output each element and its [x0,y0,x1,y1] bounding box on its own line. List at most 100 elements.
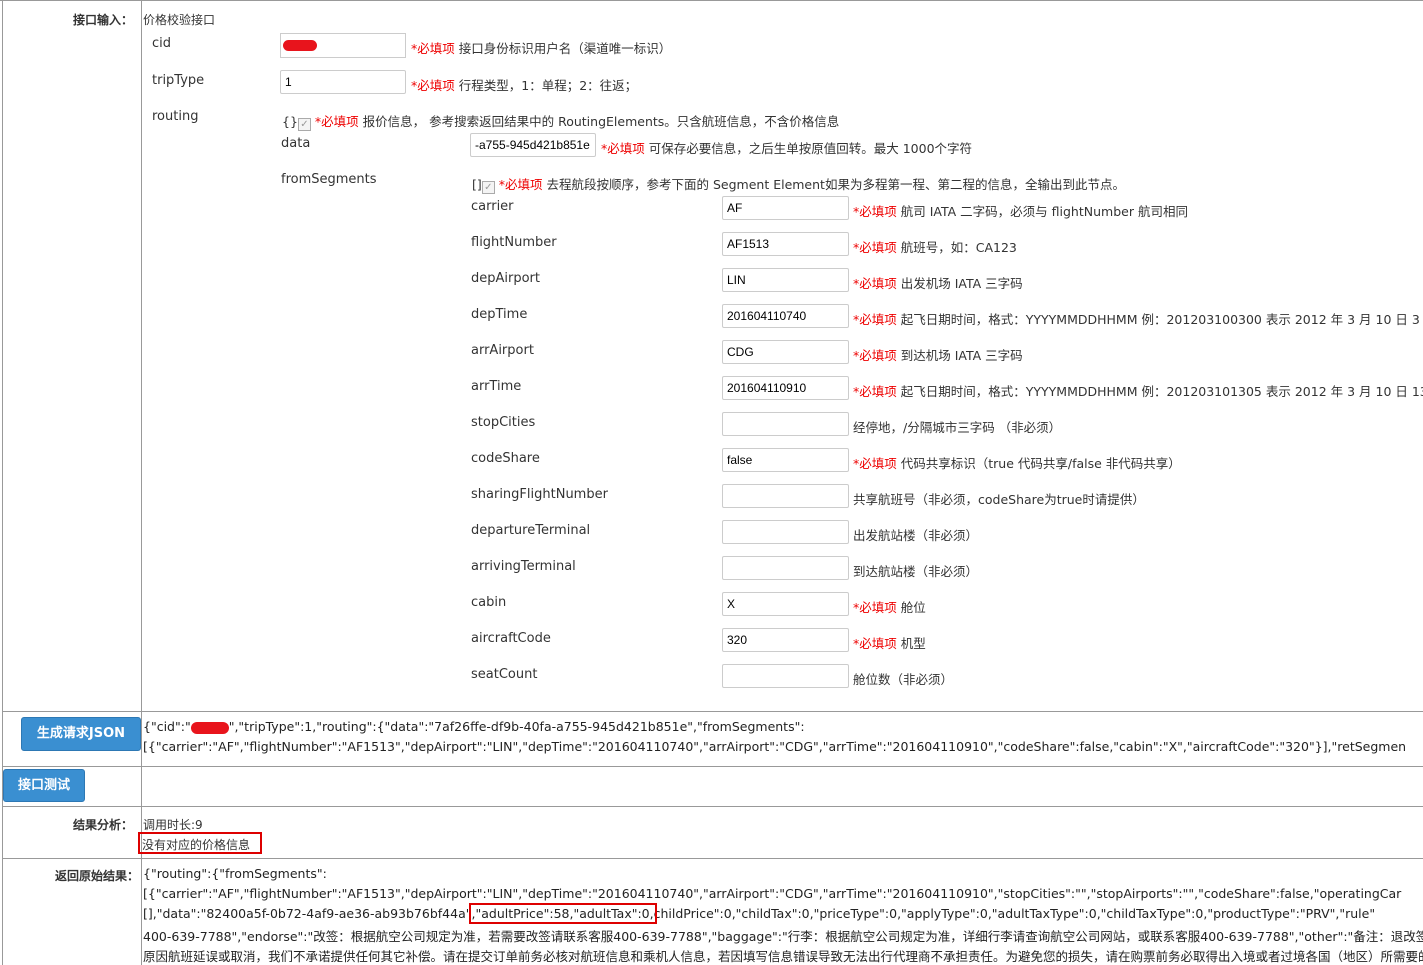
call-duration: 调用时长:9 [143,818,203,832]
data-hint: *必填项 可保存必要信息，之后生单按原值回转。最大 1000个字符 [601,138,972,157]
segment-desc: 机型 [900,636,926,651]
raw-line5: 原因航班延误或取消，我们不承诺提供任何其它补偿。请在提交订单前务必核对航班信息和… [143,949,1423,964]
required-mark: *必填项 [853,456,897,471]
segment-label-cabin: cabin [471,595,507,610]
segment-label-carrier: carrier [471,199,514,214]
raw-line1: {"routing":{"fromSegments": [143,866,327,881]
interface-test-button[interactable]: 接口测试 [3,769,85,802]
required-mark: *必填项 [498,177,543,192]
segment-hint-codeshare: *必填项 代码共享标识（true 代码共享/false 非代码共享） [853,453,1181,472]
segment-label-depairport: depAirport [471,271,540,286]
raw-line3-pre: [],"data":"82400a5f-0b72-4af9-ae36-ab93b… [143,906,472,921]
required-mark: *必填项 [853,204,897,219]
segment-input-departureterminal[interactable] [722,520,849,544]
segment-desc: 航司 IATA 二字码，必须与 flightNumber 航司相同 [900,204,1188,219]
cid-hint: *必填项 接口身份标识用户名（渠道唯一标识） [411,38,671,57]
segment-hint-carrier: *必填项 航司 IATA 二字码，必须与 flightNumber 航司相同 [853,201,1188,220]
segment-desc: 舱位数（非必须） [853,672,954,687]
raw-line3: [],"data":"82400a5f-0b72-4af9-ae36-ab93b… [143,903,1376,924]
fromsegments-desc: 去程航段按顺序，参考下面的 Segment Element如果为多程第一程、第二… [546,177,1125,192]
generate-json-button[interactable]: 生成请求JSON [21,717,141,751]
segment-desc: 到达航站楼（非必须） [853,564,979,579]
field-label-data: data [281,136,311,151]
segment-input-depairport[interactable] [722,268,849,292]
analysis-section-label: 结果分析： [72,818,133,832]
raw-line4: 400-639-7788","endorse":"改签：根据航空公司规定为准，若… [143,929,1423,944]
segment-input-deptime[interactable] [722,304,849,328]
cid-input[interactable] [280,33,406,58]
segment-hint-depairport: *必填项 出发机场 IATA 三字码 [853,273,1023,292]
segment-hint-departureterminal: 出发航站楼（非必须） [853,525,978,544]
segment-hint-arrairport: *必填项 到达机场 IATA 三字码 [853,345,1023,364]
segment-input-codeshare[interactable] [722,448,849,472]
segment-input-arrtime[interactable] [722,376,849,400]
required-mark: *必填项 [853,384,897,399]
routing-hint: {} ✓ *必填项 报价信息， 参考搜索返回结果中的 RoutingElement… [282,111,839,131]
data-desc: 可保存必要信息，之后生单按原值回转。最大 1000个字符 [648,141,973,156]
segment-input-flightnumber[interactable] [722,232,849,256]
triptype-desc: 行程类型，1：单程；2：往返； [458,78,638,93]
data-input[interactable] [470,133,596,157]
segment-input-arrairport[interactable] [722,340,849,364]
redaction-mark [283,40,317,51]
segment-hint-stopcities: 经停地，/分隔城市三字码 （非必须） [853,417,1061,436]
segment-hint-aircraftcode: *必填项 机型 [853,633,926,652]
fromsegments-checkbox[interactable]: ✓ [481,181,495,194]
input-section-label: 接口输入： [72,13,133,27]
required-mark: *必填项 [853,276,897,291]
segment-hint-sharingflightnumber: 共享航班号（非必须，codeShare为true时请提供） [853,489,1145,508]
segment-desc: 代码共享标识（true 代码共享/false 非代码共享） [900,456,1181,471]
highlight-box [138,832,262,854]
raw-line2: [{"carrier":"AF","flightNumber":"AF1513"… [143,886,1402,901]
required-mark: *必填项 [853,312,897,327]
segment-desc: 共享航班号（非必须，codeShare为true时请提供） [853,492,1145,507]
segment-input-stopcities[interactable] [722,412,849,436]
segment-label-stopcities: stopCities [471,415,536,430]
segment-label-flightnumber: flightNumber [471,235,557,250]
routing-checkbox[interactable]: ✓ [297,118,311,131]
raw-section-label: 返回原始结果： [54,869,139,883]
field-label-cid: cid [152,36,172,51]
required-mark: *必填项 [411,78,455,93]
segment-input-arrivingterminal[interactable] [722,556,849,580]
segment-desc: 起飞日期时间，格式：YYYYMMDDHHMM 例：201203100300 表示… [900,312,1423,327]
triptype-hint: *必填项 行程类型，1：单程；2：往返； [411,75,637,94]
routing-desc: 报价信息， 参考搜索返回结果中的 RoutingElements。只含航班信息，… [362,114,840,129]
segment-label-seatcount: seatCount [471,667,538,682]
required-mark: *必填项 [853,348,897,363]
segment-input-seatcount[interactable] [722,664,849,688]
segment-hint-seatcount: 舱位数（非必须） [853,669,953,688]
raw-line3-post: childPrice":0,"childTax":0,"priceType":0… [653,906,1376,921]
segment-desc: 经停地，/分隔城市三字码 （非必须） [853,420,1062,435]
segment-label-departureterminal: departureTerminal [471,523,591,538]
segment-label-sharingflightnumber: sharingFlightNumber [471,487,608,502]
required-mark: *必填项 [411,41,455,56]
segment-label-arrtime: arrTime [471,379,522,394]
segment-desc: 舱位 [900,600,926,615]
segment-label-codeshare: codeShare [471,451,540,466]
segment-desc: 起飞日期时间，格式：YYYYMMDDHHMM 例：201203101305 表示… [900,384,1423,399]
segment-hint-arrivingterminal: 到达航站楼（非必须） [853,561,978,580]
fromsegments-brace: [] [472,177,482,192]
segment-hint-flightnumber: *必填项 航班号，如：CA123 [853,237,1017,256]
triptype-input[interactable] [280,70,406,94]
price-highlight: ,"adultPrice":58,"adultTax":0, [468,903,657,924]
required-mark: *必填项 [314,114,359,129]
segment-hint-deptime: *必填项 起飞日期时间，格式：YYYYMMDDHHMM 例：2012031003… [853,309,1423,328]
redaction-mark [190,721,229,734]
segment-input-carrier[interactable] [722,196,849,220]
required-mark: *必填项 [853,600,897,615]
segment-label-arrairport: arrAirport [471,343,534,358]
segment-desc: 出发航站楼（非必须） [853,528,979,543]
required-mark: *必填项 [853,240,897,255]
json-prefix: {"cid":" [143,719,191,734]
json-suffix: ","tripType":1,"routing":{"data":"7af26f… [228,719,805,734]
segment-input-aircraftcode[interactable] [722,628,849,652]
required-mark: *必填项 [601,141,645,156]
segment-input-cabin[interactable] [722,592,849,616]
segment-input-sharingflightnumber[interactable] [722,484,849,508]
fromsegments-hint: [] ✓ *必填项 去程航段按顺序，参考下面的 Segment Element如果… [472,174,1125,194]
segment-hint-cabin: *必填项 舱位 [853,597,926,616]
request-json-line1: {"cid":" ","tripType":1,"routing":{"data"… [143,719,805,734]
segment-desc: 出发机场 IATA 三字码 [900,276,1023,291]
